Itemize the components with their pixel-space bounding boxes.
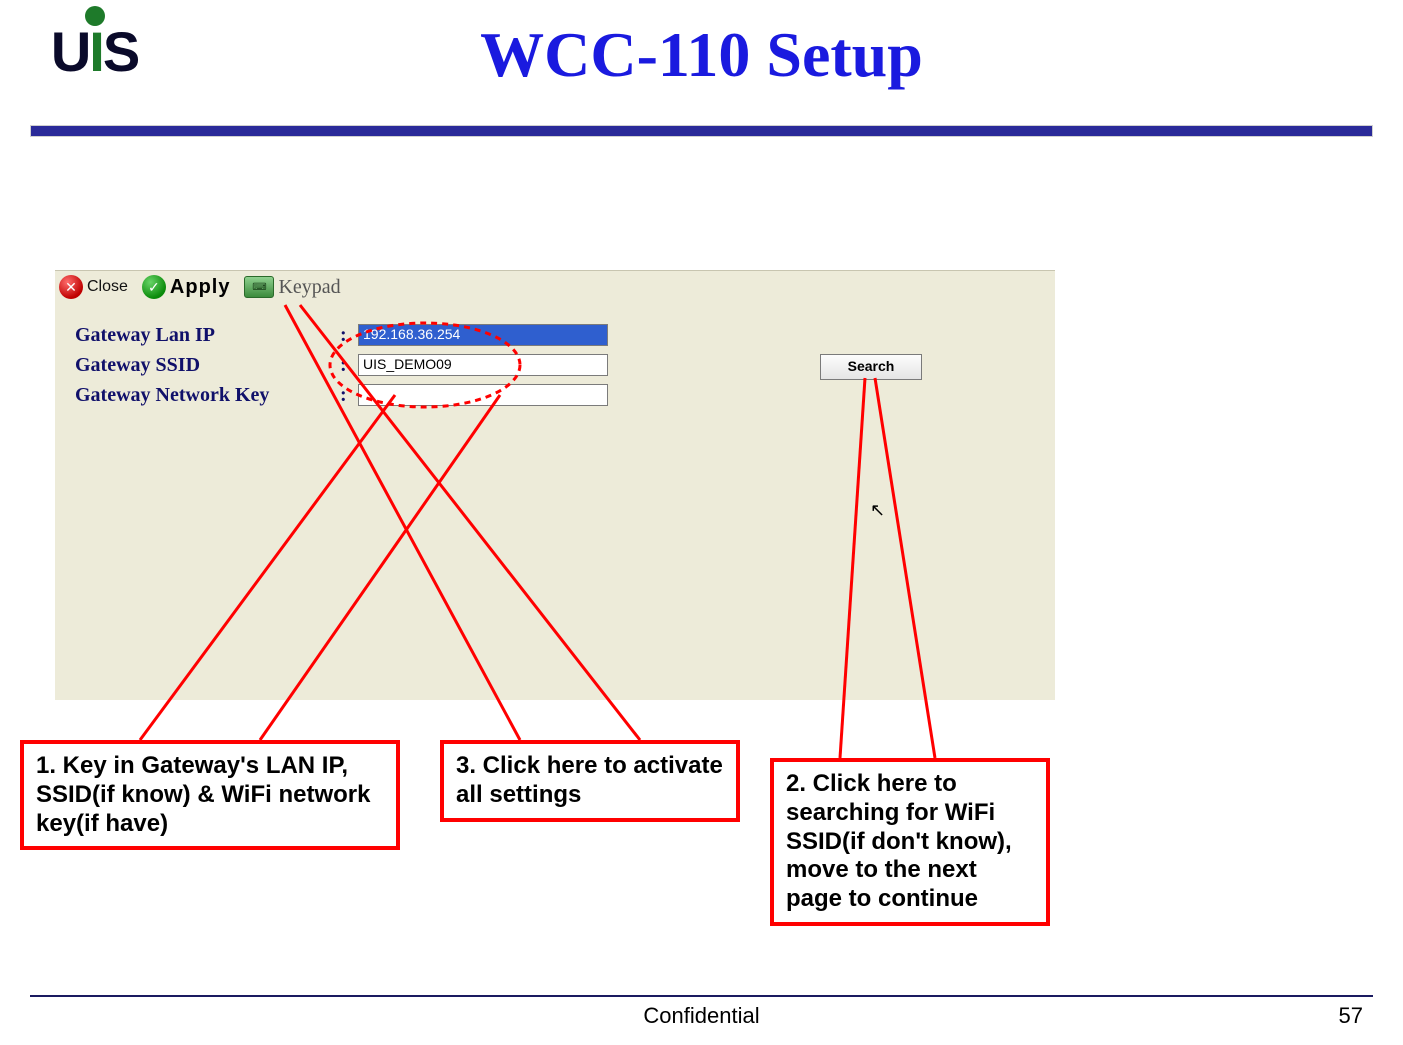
close-label: Close: [87, 278, 128, 296]
close-button[interactable]: ✕ Close: [55, 272, 132, 302]
colon: :: [340, 384, 358, 407]
label-network-key: Gateway Network Key: [75, 384, 340, 407]
label-lan-ip: Gateway Lan IP: [75, 324, 340, 347]
keypad-label: Keypad: [278, 276, 340, 299]
confidential-marker: Confidential: [0, 1003, 1403, 1029]
input-ssid[interactable]: UIS_DEMO09: [358, 354, 608, 376]
mouse-cursor-icon: ↖: [870, 500, 885, 521]
page-title: WCC-110 Setup: [0, 18, 1403, 92]
keypad-button[interactable]: ⌨ Keypad: [240, 272, 344, 302]
search-button[interactable]: Search: [820, 354, 922, 380]
row-lan-ip: Gateway Lan IP : 192.168.36.254: [75, 320, 1035, 350]
keyboard-icon: ⌨: [244, 276, 274, 298]
apply-label: Apply: [170, 276, 231, 299]
callout-step-1: 1. Key in Gateway's LAN IP, SSID(if know…: [20, 740, 400, 850]
apply-button[interactable]: ✓ Apply: [138, 272, 235, 302]
callout-step-3: 3. Click here to activate all settings: [440, 740, 740, 822]
page-number: 57: [1339, 1003, 1363, 1029]
colon: :: [340, 354, 358, 377]
panel-toolbar: ✕ Close ✓ Apply ⌨ Keypad: [55, 270, 345, 304]
footer-divider: [30, 995, 1373, 997]
label-ssid: Gateway SSID: [75, 354, 340, 377]
callout-step-2: 2. Click here to searching for WiFi SSID…: [770, 758, 1050, 926]
close-icon: ✕: [59, 275, 83, 299]
slide-header: UIS WCC-110 Setup: [0, 0, 1403, 130]
check-icon: ✓: [142, 275, 166, 299]
slide-footer: Confidential 57: [0, 995, 1403, 1035]
colon: :: [340, 324, 358, 347]
header-divider: [30, 125, 1373, 137]
input-lan-ip[interactable]: 192.168.36.254: [358, 324, 608, 346]
row-network-key: Gateway Network Key :: [75, 380, 1035, 410]
input-network-key[interactable]: [358, 384, 608, 406]
